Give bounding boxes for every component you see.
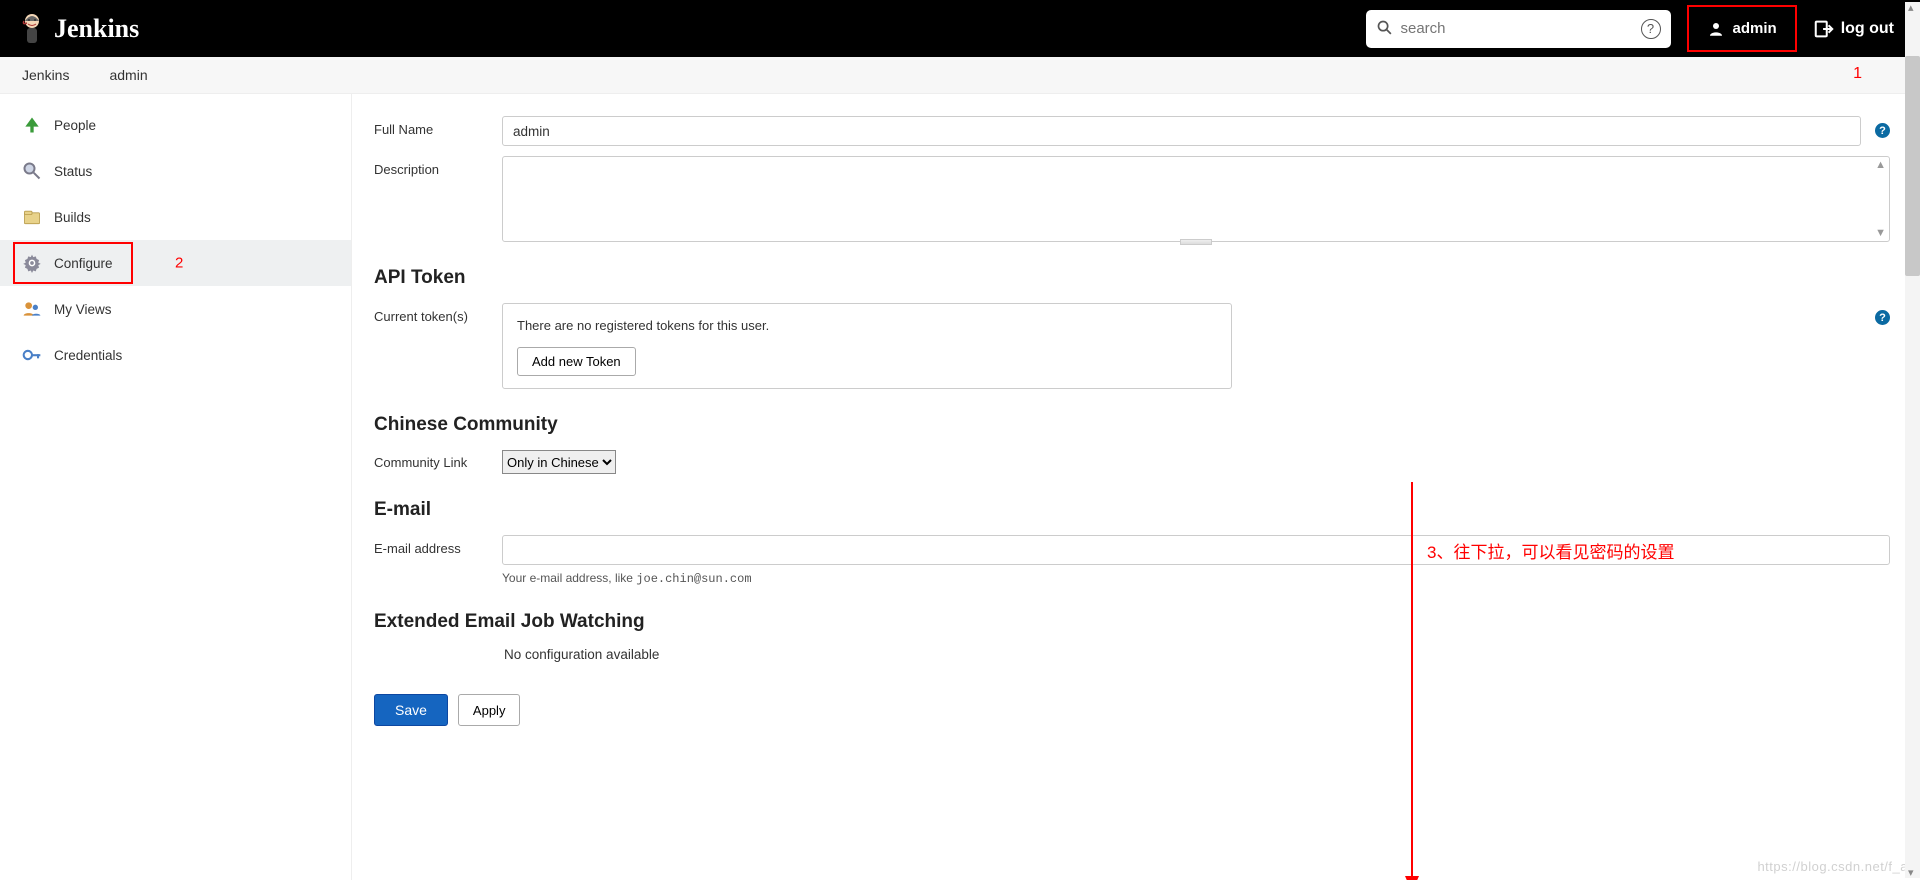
sidebar-item-label: Builds [54, 210, 91, 225]
sidebar-item-builds[interactable]: Builds [0, 194, 351, 240]
magnifier-icon [22, 161, 42, 181]
scroll-down-icon[interactable]: ▼ [1875, 227, 1886, 239]
logo[interactable]: Jenkins [18, 11, 139, 47]
annotation-badge-2: 2 [175, 255, 183, 272]
breadcrumb: Jenkins admin [0, 57, 1920, 94]
logout-label: log out [1841, 20, 1894, 38]
save-button[interactable]: Save [374, 694, 448, 726]
scroll-up-icon[interactable]: ▴ [1908, 1, 1914, 14]
sidebar-item-my-views[interactable]: My Views [0, 286, 351, 332]
chinese-community-heading: Chinese Community [374, 414, 1890, 436]
resize-handle[interactable] [1180, 239, 1212, 245]
api-token-heading: API Token [374, 267, 1890, 289]
community-link-select[interactable]: Only in Chinese [502, 450, 616, 474]
email-address-input[interactable] [502, 535, 1890, 565]
search-input[interactable] [1393, 20, 1641, 37]
sidebar-item-configure[interactable]: 2 Configure [0, 240, 351, 286]
annotation-note-3: 3、往下拉，可以看见密码的设置 [1427, 538, 1674, 563]
scroll-thumb[interactable] [1905, 56, 1920, 276]
sidebar-item-label: My Views [54, 302, 112, 317]
page-scrollbar[interactable]: ▴ ▾ [1905, 2, 1920, 878]
no-config-text: No configuration available [502, 647, 659, 662]
sidebar: People Status Builds 2 Configure [0, 94, 352, 880]
sidebar-item-label: Configure [54, 256, 113, 271]
description-textarea[interactable]: ▲ ▼ [502, 156, 1890, 242]
jenkins-mascot-icon [18, 11, 46, 47]
sidebar-item-people[interactable]: People [0, 102, 351, 148]
extended-email-heading: Extended Email Job Watching [374, 611, 1890, 633]
gear-icon [22, 253, 42, 273]
user-icon [1707, 20, 1725, 38]
sidebar-item-status[interactable]: Status [0, 148, 351, 194]
logout-link[interactable]: log out [1805, 18, 1902, 40]
help-icon[interactable]: ? [1875, 123, 1890, 138]
breadcrumb-admin[interactable]: admin [109, 67, 147, 83]
user-menu[interactable]: admin [1687, 5, 1797, 52]
email-address-label: E-mail address [374, 535, 502, 556]
folder-icon [22, 207, 42, 227]
scroll-down-icon[interactable]: ▾ [1908, 866, 1914, 879]
search-box[interactable]: ? [1366, 10, 1671, 48]
arrow-up-icon [22, 115, 42, 135]
sidebar-item-label: Credentials [54, 348, 122, 363]
users-icon [22, 299, 42, 319]
full-name-input[interactable] [502, 116, 1861, 146]
scroll-up-icon[interactable]: ▲ [1875, 159, 1886, 171]
user-label: admin [1733, 20, 1777, 37]
community-link-label: Community Link [374, 455, 502, 470]
current-tokens-label: Current token(s) [374, 303, 502, 324]
token-empty-message: There are no registered tokens for this … [517, 318, 1217, 333]
annotation-badge-1: 1 [1853, 65, 1862, 83]
token-box: There are no registered tokens for this … [502, 303, 1232, 389]
help-icon[interactable]: ? [1875, 310, 1890, 325]
logout-icon [1813, 18, 1835, 40]
add-new-token-button[interactable]: Add new Token [517, 347, 636, 376]
description-label: Description [374, 156, 502, 177]
sidebar-item-label: Status [54, 164, 92, 179]
sidebar-item-label: People [54, 118, 96, 133]
key-icon [22, 345, 42, 365]
breadcrumb-jenkins[interactable]: Jenkins [22, 67, 69, 83]
logo-text: Jenkins [54, 14, 139, 44]
sidebar-item-credentials[interactable]: Credentials [0, 332, 351, 378]
content: Full Name ? Description ▲ ▼ API Token Cu… [352, 94, 1920, 880]
search-icon [1376, 19, 1393, 39]
search-help-icon[interactable]: ? [1641, 19, 1661, 39]
email-heading: E-mail [374, 499, 1890, 521]
header: Jenkins ? admin log out [0, 0, 1920, 57]
apply-button[interactable]: Apply [458, 694, 521, 726]
watermark: https://blog.csdn.net/f_a [1757, 859, 1908, 874]
email-hint: Your e-mail address, like joe.chin@sun.c… [502, 571, 1890, 586]
full-name-label: Full Name [374, 116, 502, 137]
